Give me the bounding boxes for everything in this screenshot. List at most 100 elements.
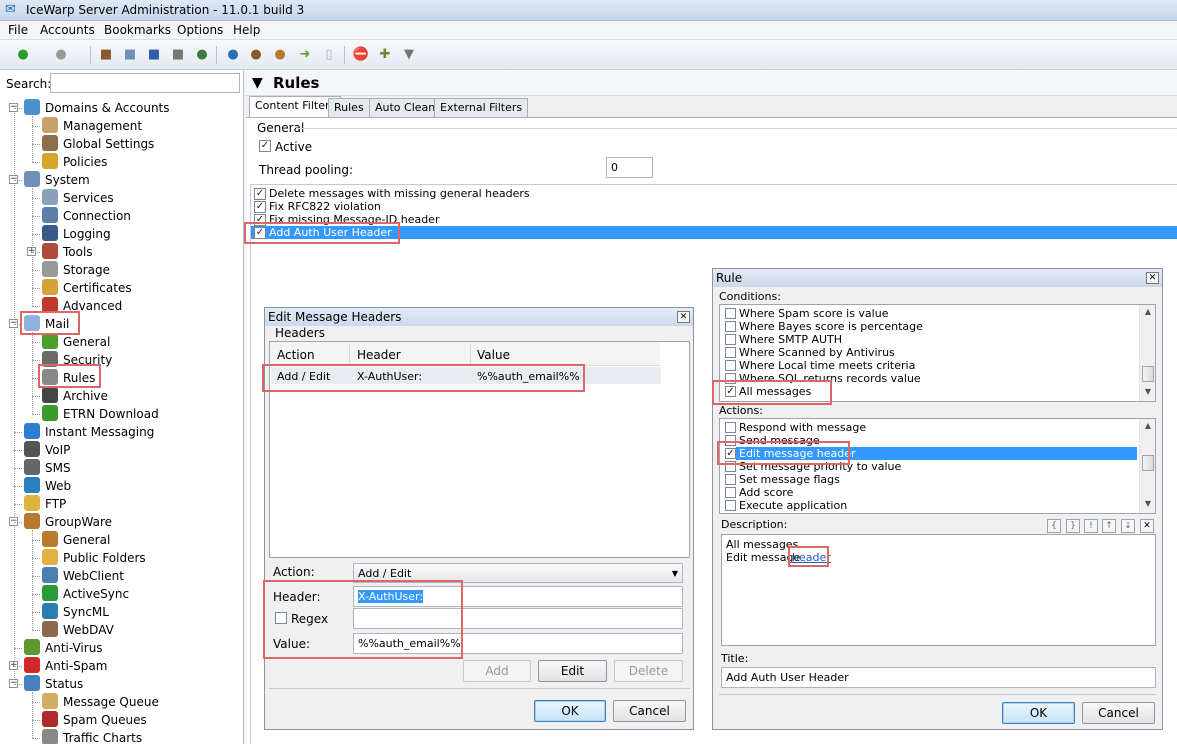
- condition-label[interactable]: Where Local time meets criteria: [739, 359, 915, 372]
- move-up-icon[interactable]: ↑: [1102, 519, 1116, 533]
- column-value[interactable]: Value: [477, 348, 510, 362]
- group-icon[interactable]: ●: [271, 46, 289, 64]
- condition-checkbox[interactable]: [725, 334, 736, 345]
- tab-auto-clean[interactable]: Auto Clean: [369, 98, 442, 117]
- tree-item-management[interactable]: Management: [42, 117, 142, 135]
- tree-item-traffic-charts[interactable]: Traffic Charts: [42, 729, 142, 744]
- condition-checkbox[interactable]: [725, 360, 736, 371]
- cancel-button[interactable]: Cancel: [613, 700, 686, 722]
- tree-item-domains-accounts[interactable]: Domains & Accounts: [24, 99, 170, 117]
- cancel-button[interactable]: Cancel: [1082, 702, 1155, 724]
- arrow-icon[interactable]: ➜: [296, 46, 314, 64]
- menu-options[interactable]: Options: [177, 23, 223, 37]
- delete-button[interactable]: Delete: [614, 660, 683, 682]
- menu-help[interactable]: Help: [233, 23, 260, 37]
- tree-item-system[interactable]: System: [24, 171, 90, 189]
- scroll-thumb[interactable]: [1142, 366, 1154, 382]
- condition-label[interactable]: Where Scanned by Antivirus: [739, 346, 895, 359]
- filter-label-1[interactable]: Fix RFC822 violation: [269, 200, 381, 213]
- tree-item-activesync[interactable]: ActiveSync: [42, 585, 129, 603]
- tree-item-storage[interactable]: Storage: [42, 261, 110, 279]
- exclaim-icon[interactable]: !: [1084, 519, 1098, 533]
- tree-item-anti-virus[interactable]: Anti-Virus: [24, 639, 103, 657]
- tree-item-global-settings[interactable]: Global Settings: [42, 135, 154, 153]
- condition-label[interactable]: Where SMTP AUTH: [739, 333, 842, 346]
- filter-checkbox-1[interactable]: ✓: [254, 201, 266, 213]
- forward-icon[interactable]: ●: [52, 46, 70, 64]
- tree-item-instant-messaging[interactable]: Instant Messaging: [24, 423, 154, 441]
- title-input[interactable]: Add Auth User Header: [721, 667, 1156, 688]
- stop-icon[interactable]: ⛔: [352, 46, 370, 64]
- action-checkbox[interactable]: [725, 422, 736, 433]
- condition-label[interactable]: Where Spam score is value: [739, 307, 888, 320]
- search-input[interactable]: [50, 73, 240, 93]
- filter-checkbox-0[interactable]: ✓: [254, 188, 266, 200]
- column-header[interactable]: Header: [357, 348, 401, 362]
- user-icon[interactable]: ●: [247, 46, 265, 64]
- scroll-up-icon[interactable]: ▲: [1140, 305, 1156, 319]
- condition-label[interactable]: Where Bayes score is percentage: [739, 320, 923, 333]
- accounts-icon[interactable]: ■: [97, 46, 115, 64]
- action-checkbox[interactable]: [725, 474, 736, 485]
- back-icon[interactable]: ●: [14, 46, 32, 64]
- conditions-scrollbar[interactable]: ▲ ▼: [1139, 305, 1155, 401]
- tree-item-webclient[interactable]: WebClient: [42, 567, 124, 585]
- action-label[interactable]: Set message flags: [739, 473, 840, 486]
- tree-item-general[interactable]: General: [42, 333, 110, 351]
- tree-item-etrn-download[interactable]: ETRN Download: [42, 405, 159, 423]
- book-icon[interactable]: ■: [169, 46, 187, 64]
- list-icon[interactable]: ■: [145, 46, 163, 64]
- tab-rules[interactable]: Rules: [328, 98, 370, 117]
- action-label[interactable]: Execute application: [739, 499, 847, 512]
- active-checkbox[interactable]: ✓: [259, 140, 271, 152]
- tree-item-policies[interactable]: Policies: [42, 153, 107, 171]
- tree-item-status[interactable]: Status: [24, 675, 83, 693]
- tab-external-filters[interactable]: External Filters: [434, 98, 529, 117]
- tree-item-archive[interactable]: Archive: [42, 387, 108, 405]
- plug-icon[interactable]: ✚: [376, 46, 394, 64]
- tree-item-syncml[interactable]: SyncML: [42, 603, 109, 621]
- tree-item-message-queue[interactable]: Message Queue: [42, 693, 159, 711]
- action-label[interactable]: Add score: [739, 486, 793, 499]
- tree-item-connection[interactable]: Connection: [42, 207, 131, 225]
- close-icon[interactable]: ✕: [1146, 272, 1159, 284]
- action-checkbox[interactable]: [725, 487, 736, 498]
- menu-bookmarks[interactable]: Bookmarks: [104, 23, 171, 37]
- edit-button[interactable]: Edit: [538, 660, 607, 682]
- tree-item-groupware[interactable]: GroupWare: [24, 513, 112, 531]
- scroll-up-icon[interactable]: ▲: [1140, 419, 1156, 433]
- tree-item-spam-queues[interactable]: Spam Queues: [42, 711, 147, 729]
- ok-button[interactable]: OK: [534, 700, 606, 722]
- brace-close-icon[interactable]: }: [1066, 519, 1080, 533]
- action-label[interactable]: Respond with message: [739, 421, 866, 434]
- tree-item-services[interactable]: Services: [42, 189, 114, 207]
- tree-item-tools[interactable]: Tools: [42, 243, 93, 261]
- action-checkbox[interactable]: [725, 500, 736, 511]
- condition-checkbox[interactable]: [725, 308, 736, 319]
- tree-item-webdav[interactable]: WebDAV: [42, 621, 114, 639]
- tree-item-voip[interactable]: VoIP: [24, 441, 70, 459]
- menu-accounts[interactable]: Accounts: [40, 23, 95, 37]
- ok-button[interactable]: OK: [1002, 702, 1075, 724]
- tree-item-logging[interactable]: Logging: [42, 225, 111, 243]
- move-down-icon[interactable]: ↓: [1121, 519, 1135, 533]
- scroll-thumb[interactable]: [1142, 455, 1154, 471]
- tree-item-public-folders[interactable]: Public Folders: [42, 549, 146, 567]
- condition-checkbox[interactable]: [725, 321, 736, 332]
- globe-icon[interactable]: ●: [193, 46, 211, 64]
- web-icon[interactable]: ●: [224, 46, 242, 64]
- tree-item-anti-spam[interactable]: Anti-Spam: [24, 657, 107, 675]
- tree-item-sms[interactable]: SMS: [24, 459, 71, 477]
- menu-file[interactable]: File: [8, 23, 28, 37]
- condition-checkbox[interactable]: [725, 347, 736, 358]
- tree-item-web[interactable]: Web: [24, 477, 71, 495]
- domains-icon[interactable]: ■: [121, 46, 139, 64]
- thread-pooling-input[interactable]: 0: [606, 157, 653, 178]
- brace-open-icon[interactable]: {: [1047, 519, 1061, 533]
- close-icon[interactable]: ✕: [677, 311, 690, 323]
- filter-icon[interactable]: ▼: [400, 46, 418, 64]
- filter-label-0[interactable]: Delete messages with missing general hea…: [269, 187, 530, 200]
- column-action[interactable]: Action: [277, 348, 315, 362]
- actions-scrollbar[interactable]: ▲ ▼: [1139, 419, 1155, 513]
- scroll-down-icon[interactable]: ▼: [1140, 385, 1156, 399]
